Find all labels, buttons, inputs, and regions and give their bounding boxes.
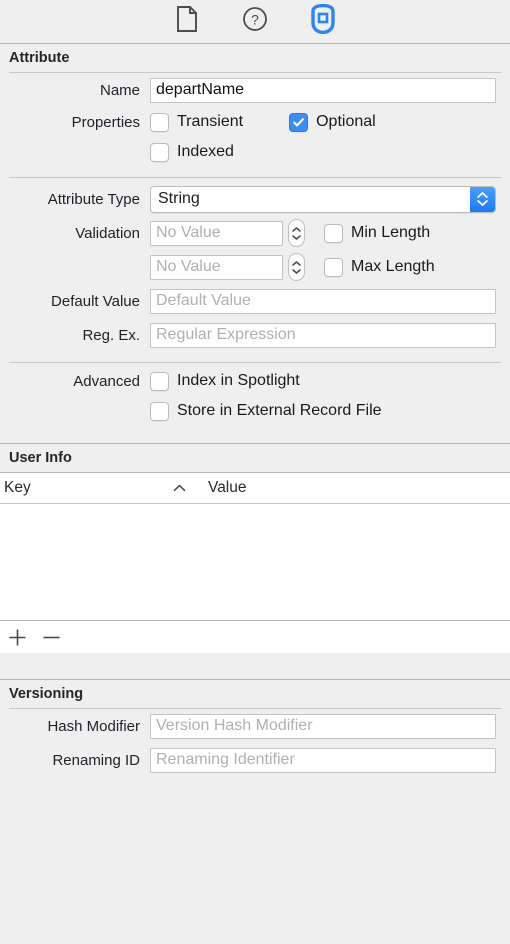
column-header-value[interactable]: Value: [200, 479, 247, 497]
name-label: Name: [99, 81, 140, 99]
chevron-up-icon: [173, 479, 186, 497]
checkmark-icon: [293, 117, 304, 126]
transient-label: Transient: [177, 113, 244, 130]
validation-label: Validation: [75, 224, 140, 242]
hash-modifier-label: Hash Modifier: [47, 717, 140, 735]
attribute-type-label: Attribute Type: [47, 190, 140, 208]
store-external-checkbox[interactable]: [150, 401, 169, 421]
attribute-form: Name departName Properties Transient Opt…: [0, 73, 510, 426]
hash-modifier-placeholder: Version Hash Modifier: [156, 717, 313, 734]
optional-checkbox[interactable]: [289, 112, 309, 132]
panel-filler: [0, 777, 510, 944]
regex-placeholder: Regular Expression: [156, 326, 296, 343]
attribute-type-select[interactable]: String: [150, 185, 496, 213]
advanced-row-1: Advanced Index in Spotlight: [0, 366, 510, 396]
user-info-table-body[interactable]: [0, 504, 510, 620]
max-length-checkbox[interactable]: [324, 257, 343, 277]
chevron-up-icon: [292, 226, 301, 232]
min-length-placeholder: No Value: [156, 224, 221, 241]
user-info-table-header: Key Value: [0, 473, 510, 504]
renaming-id-placeholder: Renaming Identifier: [156, 751, 295, 768]
indexed-checkbox[interactable]: [150, 142, 169, 162]
transient-checkbox[interactable]: [150, 112, 169, 132]
quick-help-inspector-button[interactable]: ?: [240, 6, 270, 37]
max-length-checkbox-row[interactable]: Max Length: [324, 257, 435, 277]
chevron-down-icon: [292, 234, 301, 240]
plus-icon: [9, 629, 25, 645]
hash-modifier-input[interactable]: Version Hash Modifier: [150, 713, 496, 739]
data-model-inspector-button[interactable]: [308, 3, 338, 36]
store-external-checkbox-row[interactable]: Store in External Record File: [150, 401, 382, 421]
max-length-label: Max Length: [351, 258, 435, 275]
attribute-type-row: Attribute Type String: [0, 182, 510, 216]
regex-input[interactable]: Regular Expression: [150, 322, 496, 348]
properties-label: Properties: [71, 113, 140, 131]
max-length-input[interactable]: No Value: [150, 254, 283, 280]
svg-text:?: ?: [251, 12, 259, 28]
user-info-table: Key Value: [0, 473, 510, 653]
attribute-section-title: Attribute: [0, 44, 510, 72]
properties-row-1: Properties Transient Optional: [0, 107, 510, 137]
optional-label: Optional: [316, 113, 376, 130]
section-gap: [0, 653, 510, 679]
validation-min-row: Validation No Value Min Length: [0, 216, 510, 250]
default-value-row: Default Value Default Value: [0, 284, 510, 318]
advanced-row-2: Store in External Record File: [0, 396, 510, 426]
minus-icon: [43, 636, 59, 638]
file-inspector-button[interactable]: [172, 6, 202, 37]
regex-row: Reg. Ex. Regular Expression: [0, 318, 510, 352]
attribute-type-value: String: [158, 190, 200, 207]
column-header-key-label: Key: [4, 479, 31, 496]
min-length-label: Min Length: [351, 224, 431, 241]
column-header-value-label: Value: [208, 479, 247, 496]
inspector-panel: ? Attribute Name departName Properties T…: [0, 0, 510, 944]
optional-checkbox-row[interactable]: Optional: [289, 112, 376, 132]
index-in-spotlight-checkbox-row[interactable]: Index in Spotlight: [150, 371, 300, 391]
inspector-toolbar: ?: [0, 0, 510, 44]
validation-max-row: No Value Max Length: [0, 250, 510, 284]
chevron-down-icon: [292, 268, 301, 274]
chevron-up-down-icon: [470, 186, 495, 212]
indexed-label: Indexed: [177, 143, 234, 160]
data-model-icon: [309, 3, 337, 39]
chevron-up-icon: [292, 260, 301, 266]
max-length-placeholder: No Value: [156, 258, 221, 275]
user-info-table-footer: [0, 620, 510, 653]
index-in-spotlight-label: Index in Spotlight: [177, 372, 300, 389]
store-external-label: Store in External Record File: [177, 402, 382, 419]
min-length-checkbox-row[interactable]: Min Length: [324, 223, 431, 243]
min-length-stepper[interactable]: [288, 219, 305, 247]
indexed-checkbox-row[interactable]: Indexed: [150, 142, 234, 162]
name-row: Name departName: [0, 73, 510, 107]
min-length-input[interactable]: No Value: [150, 220, 283, 246]
name-input-value: departName: [156, 81, 245, 98]
versioning-form: Hash Modifier Version Hash Modifier Rena…: [0, 709, 510, 777]
min-length-checkbox[interactable]: [324, 223, 343, 243]
renaming-id-input[interactable]: Renaming Identifier: [150, 747, 496, 773]
user-info-section-title: User Info: [0, 444, 510, 472]
properties-row-2: Indexed: [0, 137, 510, 167]
default-value-label: Default Value: [51, 292, 140, 310]
column-header-key[interactable]: Key: [0, 479, 200, 497]
hash-modifier-row: Hash Modifier Version Hash Modifier: [0, 709, 510, 743]
document-icon: [176, 6, 198, 37]
default-value-input[interactable]: Default Value: [150, 288, 496, 314]
advanced-label: Advanced: [73, 372, 140, 390]
remove-user-info-button[interactable]: [41, 627, 61, 647]
max-length-stepper[interactable]: [288, 253, 305, 281]
renaming-id-row: Renaming ID Renaming Identifier: [0, 743, 510, 777]
renaming-id-label: Renaming ID: [52, 751, 140, 769]
question-circle-icon: ?: [242, 6, 268, 37]
add-user-info-button[interactable]: [7, 627, 27, 647]
transient-checkbox-row[interactable]: Transient: [150, 112, 244, 132]
index-in-spotlight-checkbox[interactable]: [150, 371, 169, 391]
regex-label: Reg. Ex.: [82, 326, 140, 344]
name-input[interactable]: departName: [150, 77, 496, 103]
default-value-placeholder: Default Value: [156, 292, 251, 309]
versioning-section-title: Versioning: [0, 680, 510, 708]
